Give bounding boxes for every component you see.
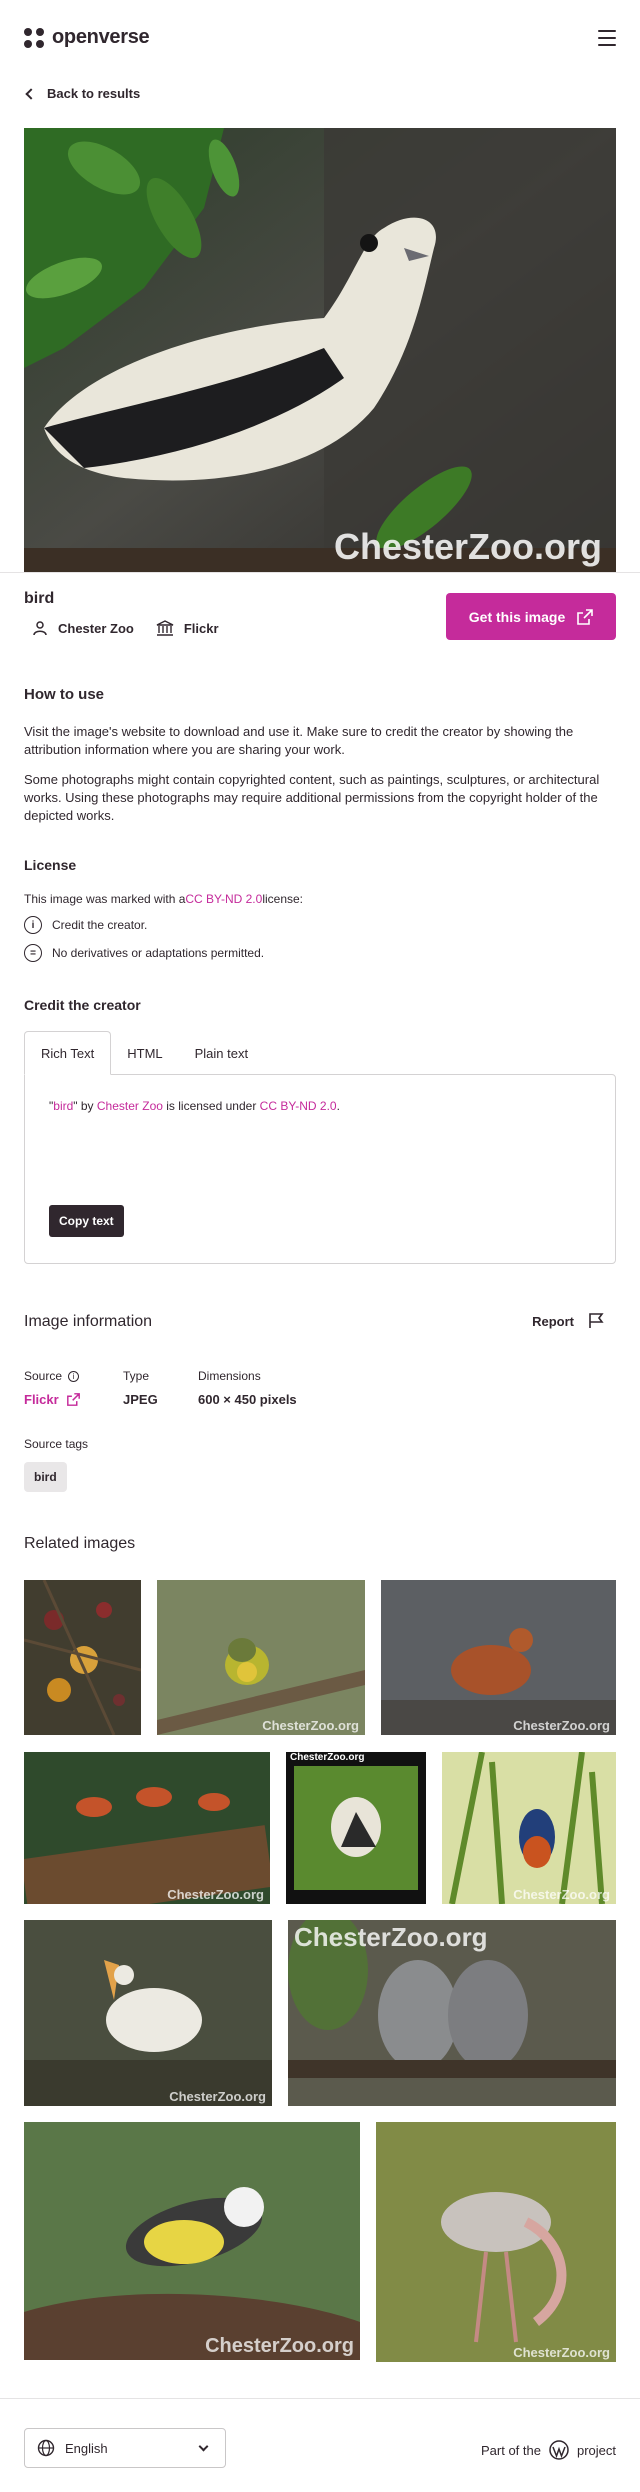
credit-creator-link[interactable]: Chester Zoo (97, 1099, 163, 1113)
wordpress-icon (549, 2440, 569, 2460)
openverse-logo-icon[interactable] (24, 28, 44, 48)
related-image-3[interactable]: ChesterZoo.org (381, 1580, 616, 1735)
license-item-2: No derivatives or adaptations permitted. (52, 946, 265, 960)
related-watermark: ChesterZoo.org (290, 1752, 365, 1763)
credit-text: "bird" by Chester Zoo is licensed under … (49, 1099, 340, 1113)
credit-license-link[interactable]: CC BY-ND 2.0 (260, 1099, 337, 1113)
credit-tabs: Rich Text HTML Plain text (24, 1031, 264, 1075)
type-value: JPEG (123, 1392, 158, 1407)
cc-nd-icon: = (24, 944, 42, 962)
source-tags-label: Source tags (24, 1437, 89, 1451)
back-to-results-link[interactable]: Back to results (24, 86, 140, 101)
license-link[interactable]: CC BY-ND 2.0 (185, 892, 262, 906)
source-name: Flickr (183, 620, 219, 636)
creator-name: Chester Zoo (58, 620, 134, 636)
image-title: bird (24, 590, 55, 607)
language-select[interactable]: English (24, 2428, 226, 2468)
tab-rich-text[interactable]: Rich Text (24, 1031, 112, 1075)
tab-plain-text[interactable]: Plain text (179, 1031, 264, 1075)
person-icon (33, 621, 47, 636)
license-item-nd: = No derivatives or adaptations permitte… (24, 944, 264, 962)
related-image-4[interactable]: ChesterZoo.org (24, 1752, 270, 1904)
get-this-image-button[interactable]: Get this image (446, 593, 616, 640)
image-info-heading: Image information (24, 1313, 153, 1330)
how-to-use-heading: How to use (24, 686, 105, 703)
related-watermark: ChesterZoo.org (294, 1922, 488, 1952)
related-watermark: ChesterZoo.org (513, 1718, 610, 1733)
info-icon[interactable]: i (68, 1370, 80, 1382)
type-label: Type (123, 1369, 150, 1383)
credit-end: . (336, 1099, 340, 1113)
how-to-use-paragraph-1: Visit the image's website to download an… (24, 724, 574, 757)
report-button[interactable]: Report (532, 1313, 604, 1329)
image-watermark: ChesterZoo.org (333, 526, 602, 567)
credit-mid: is licensed under (162, 1099, 260, 1113)
cc-by-icon: i (24, 916, 42, 934)
license-item-by: i Credit the creator. (24, 916, 147, 934)
part-of-prefix: Part of the (480, 2442, 541, 2458)
external-link-icon (577, 608, 594, 625)
get-button-label: Get this image (468, 608, 566, 625)
credit-panel: "bird" by Chester Zoo is licensed under … (24, 1074, 616, 1264)
source-value: Flickr (24, 1392, 59, 1407)
related-watermark: ChesterZoo.org (169, 2089, 266, 2104)
wordpress-link[interactable]: Part of the project (481, 2440, 616, 2460)
related-image-6[interactable]: ChesterZoo.org (442, 1752, 616, 1904)
institution-icon (156, 620, 174, 636)
credit-heading: Credit the creator (24, 997, 141, 1013)
dimensions-label: Dimensions (198, 1369, 261, 1383)
chevron-left-icon (25, 87, 37, 100)
source-label: Source (24, 1369, 63, 1383)
related-image-9[interactable]: ChesterZoo.org (24, 2122, 360, 2360)
source-label-wrap: Source i (24, 1369, 80, 1383)
related-watermark: ChesterZoo.org (205, 2335, 354, 2357)
main-image: ChesterZoo.org (24, 128, 616, 572)
language-value: English (65, 2440, 108, 2456)
source-value-link[interactable]: Flickr (24, 1392, 80, 1407)
source-link[interactable]: Flickr (156, 620, 219, 636)
related-image-2[interactable]: ChesterZoo.org (157, 1580, 365, 1735)
related-watermark: ChesterZoo.org (167, 1887, 264, 1902)
flag-icon (589, 1313, 604, 1328)
divider (0, 572, 640, 573)
image-meta: Chester Zoo Flickr (32, 620, 219, 636)
license-intro-suffix: license: (262, 892, 303, 906)
tag-bird[interactable]: bird (24, 1462, 67, 1492)
report-label: Report (532, 1313, 574, 1329)
related-image-5[interactable]: ChesterZoo.org (286, 1752, 426, 1904)
related-watermark: ChesterZoo.org (262, 1718, 359, 1733)
globe-icon (37, 2439, 55, 2457)
license-item-1: Credit the creator. (52, 918, 148, 932)
related-watermark: ChesterZoo.org (513, 2345, 610, 2360)
chevron-down-icon (198, 2441, 209, 2451)
credit-title-link[interactable]: bird (53, 1099, 73, 1113)
related-image-7[interactable]: ChesterZoo.org (24, 1920, 272, 2106)
footer-divider (0, 2398, 640, 2399)
related-image-1[interactable] (24, 1580, 141, 1735)
license-intro: This image was marked with a CC BY-ND 2.… (24, 892, 303, 906)
related-watermark: ChesterZoo.org (513, 1887, 610, 1902)
tab-html[interactable]: HTML (111, 1031, 178, 1075)
related-image-8[interactable]: ChesterZoo.org (288, 1920, 616, 2106)
how-to-use-paragraph-2: Some photographs might contain copyright… (24, 772, 600, 823)
creator-link[interactable]: Chester Zoo (32, 620, 134, 636)
external-link-icon (66, 1393, 80, 1406)
credit-by: " by (73, 1099, 97, 1113)
related-images-heading: Related images (24, 1535, 136, 1552)
back-link-label: Back to results (47, 86, 141, 101)
license-intro-prefix: This image was marked with a (24, 892, 186, 906)
hamburger-menu-icon[interactable] (598, 30, 616, 46)
part-of-suffix: project (576, 2442, 616, 2458)
related-image-10[interactable]: ChesterZoo.org (376, 2122, 616, 2362)
dimensions-value: 600 × 450 pixels (198, 1392, 297, 1407)
license-heading: License (24, 857, 77, 873)
logo-text[interactable]: openverse (52, 26, 150, 49)
copy-text-button[interactable]: Copy text (49, 1205, 124, 1237)
